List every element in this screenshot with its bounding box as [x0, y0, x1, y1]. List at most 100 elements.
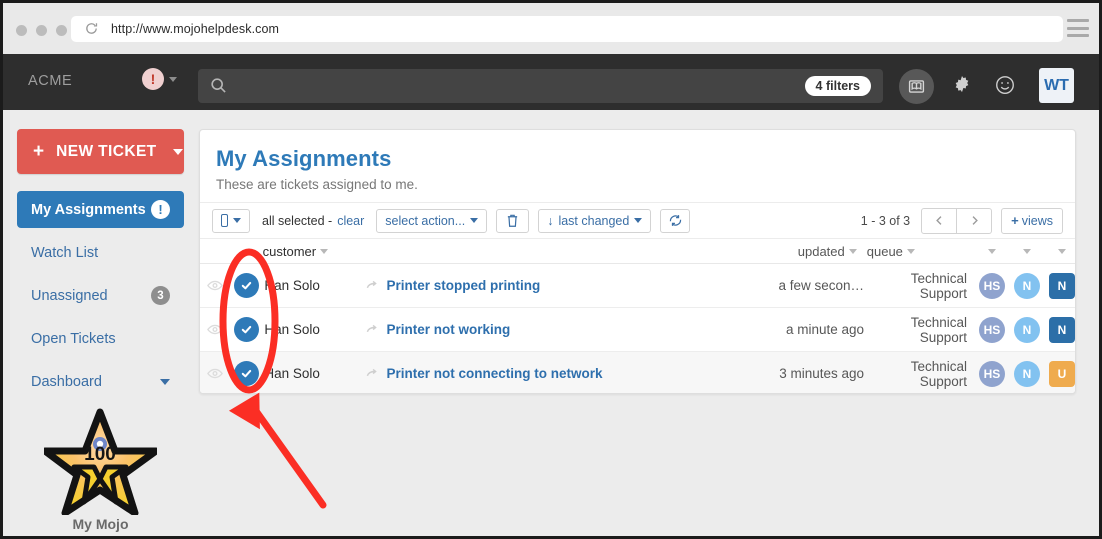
- sort-label: last changed: [558, 214, 629, 228]
- column-header-priority[interactable]: [1049, 238, 1075, 264]
- chevron-down-icon: [849, 249, 857, 254]
- forward-arrow-icon: [366, 279, 379, 292]
- app-window: http://www.mojohelpdesk.com ACME ! 4 fil…: [0, 0, 1102, 539]
- new-ticket-button[interactable]: + NEW TICKET: [17, 129, 184, 174]
- chevron-down-icon: [320, 249, 328, 254]
- eye-icon[interactable]: [200, 368, 229, 379]
- status-badge[interactable]: N: [1014, 317, 1040, 343]
- column-header-queue[interactable]: queue: [857, 244, 969, 259]
- cell-badges: HS N N: [969, 273, 1075, 299]
- column-label: queue: [867, 244, 903, 259]
- cell-queue: Technical Support: [864, 271, 969, 301]
- column-header-customer[interactable]: customer: [263, 244, 361, 259]
- red-arrow-annotation: [229, 384, 323, 505]
- chevron-down-icon[interactable]: [173, 149, 183, 155]
- delete-button[interactable]: [496, 209, 529, 233]
- sidebar-item-label: Dashboard: [31, 374, 102, 390]
- clear-selection-link[interactable]: clear: [337, 214, 364, 228]
- cell-customer: Han Solo: [264, 322, 365, 337]
- cell-subject[interactable]: Printer not connecting to network: [366, 366, 756, 381]
- window-close-dot[interactable]: [16, 25, 27, 36]
- sidebar: + NEW TICKET My Assignments ! Watch List…: [3, 110, 199, 539]
- window-controls[interactable]: [16, 25, 67, 36]
- chevron-down-icon[interactable]: [160, 379, 170, 385]
- address-bar[interactable]: http://www.mojohelpdesk.com: [71, 16, 1063, 42]
- table-row[interactable]: Han Solo Printer not connecting to netwo…: [200, 352, 1075, 394]
- sidebar-item-dashboard[interactable]: Dashboard: [17, 363, 184, 400]
- sidebar-item-open-tickets[interactable]: Open Tickets: [17, 320, 184, 357]
- assignee-badge[interactable]: HS: [979, 361, 1005, 387]
- mojo-score: 100: [84, 444, 116, 465]
- sidebar-item-watch-list[interactable]: Watch List: [17, 234, 184, 271]
- chevron-down-icon: [1058, 249, 1066, 254]
- mojo-star-icon: 100: [44, 407, 157, 515]
- search-input[interactable]: 4 filters: [198, 69, 883, 103]
- sort-dropdown[interactable]: ↓ last changed: [538, 209, 651, 233]
- eye-icon[interactable]: [200, 324, 229, 335]
- knowledge-base-icon[interactable]: [899, 69, 934, 104]
- column-headers-badges: [969, 238, 1075, 264]
- refresh-icon: [668, 213, 683, 228]
- avatar[interactable]: WT: [1039, 68, 1074, 103]
- checkbox-checked-icon: [234, 361, 259, 386]
- eye-icon[interactable]: [200, 280, 229, 291]
- subject-link[interactable]: Printer not connecting to network: [387, 366, 603, 381]
- hamburger-menu-icon[interactable]: [1067, 19, 1089, 37]
- alerts-menu[interactable]: !: [142, 68, 177, 90]
- sidebar-nav: My Assignments ! Watch List Unassigned 3…: [17, 191, 184, 406]
- subject-link[interactable]: Printer not working: [387, 322, 511, 337]
- select-action-dropdown[interactable]: select action...: [376, 209, 487, 233]
- alert-badge: !: [151, 200, 170, 219]
- status-badge[interactable]: N: [1014, 361, 1040, 387]
- select-action-label: select action...: [385, 214, 465, 228]
- select-all-dropdown[interactable]: [212, 209, 250, 233]
- assignee-badge[interactable]: HS: [979, 273, 1005, 299]
- smiley-icon[interactable]: [993, 73, 1017, 97]
- sidebar-item-unassigned[interactable]: Unassigned 3: [17, 277, 184, 314]
- chevron-down-icon: [988, 249, 996, 254]
- status-badge[interactable]: N: [1014, 273, 1040, 299]
- cell-updated: a few secon…: [756, 278, 865, 293]
- row-checkbox[interactable]: [229, 317, 264, 342]
- column-header-assignee[interactable]: [979, 238, 1005, 264]
- brand-label: ACME: [28, 73, 72, 89]
- mojo-widget[interactable]: 100 My Mojo: [17, 407, 184, 532]
- chevron-down-icon: [634, 218, 642, 223]
- subject-link[interactable]: Printer stopped printing: [387, 278, 541, 293]
- url-text: http://www.mojohelpdesk.com: [111, 21, 279, 37]
- row-checkbox[interactable]: [229, 361, 264, 386]
- next-page-button[interactable]: [957, 208, 992, 234]
- priority-badge[interactable]: U: [1049, 361, 1075, 387]
- row-checkbox[interactable]: [229, 273, 264, 298]
- prev-page-button[interactable]: [921, 208, 957, 234]
- cell-subject[interactable]: Printer stopped printing: [366, 278, 756, 293]
- priority-badge[interactable]: N: [1049, 273, 1075, 299]
- priority-badge[interactable]: N: [1049, 317, 1075, 343]
- assignee-badge[interactable]: HS: [979, 317, 1005, 343]
- refresh-button[interactable]: [660, 209, 690, 233]
- window-minimize-dot[interactable]: [36, 25, 47, 36]
- reload-icon[interactable]: [84, 21, 99, 36]
- exclamation-icon: !: [142, 68, 164, 90]
- cell-customer: Han Solo: [264, 366, 365, 381]
- table-row[interactable]: Han Solo Printer stopped printing a few …: [200, 264, 1075, 308]
- plus-icon: +: [33, 142, 44, 161]
- add-view-button[interactable]: + views: [1001, 208, 1063, 234]
- table-row[interactable]: Han Solo Printer not working a minute ag…: [200, 308, 1075, 352]
- cell-subject[interactable]: Printer not working: [366, 322, 756, 337]
- pagination: 1 - 3 of 3 + views: [861, 208, 1063, 234]
- window-maximize-dot[interactable]: [56, 25, 67, 36]
- column-header-updated[interactable]: updated: [751, 244, 857, 259]
- chevron-down-icon: [907, 249, 915, 254]
- page-title: My Assignments: [216, 146, 1075, 172]
- cell-updated: 3 minutes ago: [756, 366, 865, 381]
- column-header-status[interactable]: [1014, 238, 1040, 264]
- cell-queue: Technical Support: [864, 315, 969, 345]
- filters-badge[interactable]: 4 filters: [805, 76, 871, 96]
- forward-arrow-icon: [366, 323, 379, 336]
- sidebar-item-my-assignments[interactable]: My Assignments !: [17, 191, 184, 228]
- cell-queue: Technical Support: [864, 359, 969, 389]
- browser-chrome: http://www.mojohelpdesk.com: [3, 3, 1099, 54]
- forward-arrow-icon: [366, 367, 379, 380]
- gear-icon[interactable]: [949, 72, 975, 98]
